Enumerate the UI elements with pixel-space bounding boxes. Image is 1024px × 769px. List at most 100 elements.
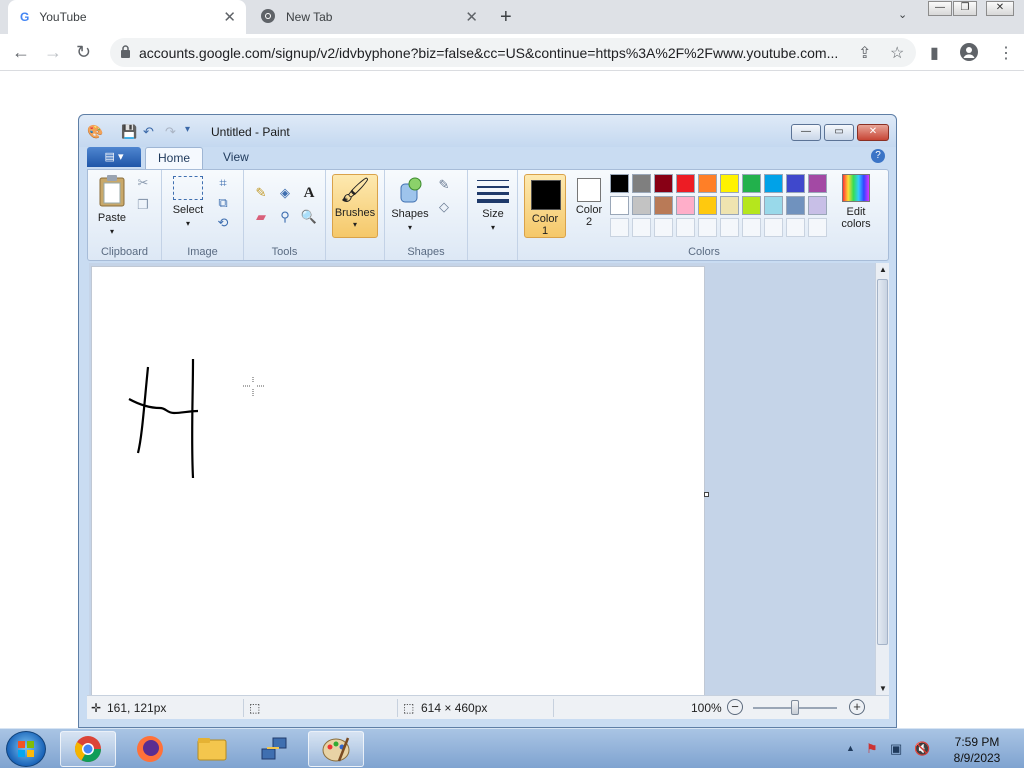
- crop-icon[interactable]: ⌗: [214, 174, 232, 192]
- paint-minimize-button[interactable]: —: [791, 124, 821, 141]
- scroll-up-icon[interactable]: ▲: [879, 265, 887, 274]
- taskbar-paint[interactable]: [308, 731, 364, 767]
- palette-swatch[interactable]: [654, 174, 673, 193]
- redo-icon[interactable]: ↷: [165, 124, 176, 140]
- side-panel-icon[interactable]: ▮: [930, 43, 939, 63]
- profile-icon[interactable]: [960, 43, 978, 66]
- volume-muted-icon[interactable]: 🔇: [914, 741, 930, 757]
- action-center-icon[interactable]: ⚑: [866, 741, 878, 757]
- palette-swatch[interactable]: [632, 174, 651, 193]
- taskbar-explorer[interactable]: [184, 731, 240, 767]
- shapes-button[interactable]: Shapes ▾: [389, 176, 431, 234]
- palette-swatch[interactable]: [720, 174, 739, 193]
- reload-icon[interactable]: ↻: [76, 42, 91, 63]
- rotate-icon[interactable]: ⟲: [214, 214, 232, 232]
- palette-swatch[interactable]: [742, 174, 761, 193]
- palette-swatch[interactable]: [720, 196, 739, 215]
- star-icon[interactable]: ☆: [890, 43, 904, 63]
- fill-bucket-icon[interactable]: ◈: [276, 184, 294, 202]
- tab-home[interactable]: Home: [145, 147, 204, 169]
- forward-icon[interactable]: →: [44, 42, 62, 63]
- palette-swatch[interactable]: [786, 174, 805, 193]
- clock[interactable]: 7:59 PM 8/9/2023: [942, 734, 1012, 766]
- fill-icon[interactable]: ◇: [435, 198, 453, 216]
- eraser-icon[interactable]: ▰: [252, 208, 270, 226]
- palette-swatch[interactable]: [610, 174, 629, 193]
- taskbar-firefox[interactable]: [122, 731, 178, 767]
- resize-handle[interactable]: [704, 492, 709, 497]
- paint-close-button[interactable]: ✕: [857, 124, 889, 141]
- restore-button[interactable]: ❐: [953, 1, 977, 16]
- text-tool-icon[interactable]: A: [300, 184, 318, 202]
- zoom-in-icon[interactable]: +: [849, 699, 865, 715]
- share-icon[interactable]: ⇪: [858, 43, 871, 63]
- tab-view[interactable]: View: [211, 147, 261, 169]
- minimize-button[interactable]: —: [928, 1, 952, 16]
- paint-menu-button[interactable]: ▤ ▾: [87, 147, 141, 167]
- color2-button[interactable]: Color 2: [568, 174, 610, 228]
- custom-color-slot[interactable]: [632, 218, 651, 237]
- address-bar[interactable]: accounts.google.com/signup/v2/idvbyphone…: [110, 38, 916, 67]
- outline-icon[interactable]: ✎: [435, 176, 453, 194]
- show-hidden-icons[interactable]: ▲: [846, 743, 855, 753]
- palette-swatch[interactable]: [698, 174, 717, 193]
- menu-kebab-icon[interactable]: ⋮: [998, 43, 1014, 63]
- chevron-down-icon[interactable]: ⌄: [898, 8, 907, 21]
- select-button[interactable]: Select ▾: [168, 176, 208, 230]
- taskbar-network-app[interactable]: [246, 731, 302, 767]
- paint-maximize-button[interactable]: ▭: [824, 124, 854, 141]
- close-tab-icon[interactable]: ✕: [465, 8, 478, 26]
- tab-new-tab[interactable]: New Tab ✕: [250, 0, 488, 34]
- drawing-canvas[interactable]: [91, 266, 705, 695]
- vertical-scrollbar[interactable]: ▲ ▼: [875, 263, 889, 695]
- tab-youtube[interactable]: G YouTube ✕: [8, 0, 246, 34]
- color-picker-icon[interactable]: ⚲: [276, 208, 294, 226]
- scroll-down-icon[interactable]: ▼: [879, 684, 887, 693]
- palette-swatch[interactable]: [786, 196, 805, 215]
- custom-color-slot[interactable]: [720, 218, 739, 237]
- cut-icon[interactable]: ✂: [134, 174, 152, 192]
- zoom-out-icon[interactable]: −: [727, 699, 743, 715]
- custom-color-slot[interactable]: [676, 218, 695, 237]
- palette-swatch[interactable]: [632, 196, 651, 215]
- palette-swatch[interactable]: [764, 196, 783, 215]
- customize-qat-icon[interactable]: ▾: [185, 124, 190, 135]
- save-icon[interactable]: 💾: [121, 124, 137, 140]
- palette-swatch[interactable]: [676, 174, 695, 193]
- undo-icon[interactable]: ↶: [143, 124, 154, 140]
- palette-swatch[interactable]: [698, 196, 717, 215]
- custom-color-slot[interactable]: [610, 218, 629, 237]
- taskbar-chrome[interactable]: [60, 731, 116, 767]
- pencil-icon[interactable]: ✎: [252, 184, 270, 202]
- custom-color-slot[interactable]: [698, 218, 717, 237]
- new-tab-button[interactable]: +: [500, 6, 512, 29]
- palette-swatch[interactable]: [654, 196, 673, 215]
- size-button[interactable]: Size ▾: [474, 178, 512, 234]
- edit-colors-button[interactable]: Edit colors: [832, 174, 880, 230]
- close-button[interactable]: ✕: [986, 1, 1014, 16]
- help-icon[interactable]: ?: [871, 149, 885, 163]
- resize-icon[interactable]: ⧉: [214, 194, 232, 212]
- custom-color-slot[interactable]: [786, 218, 805, 237]
- close-tab-icon[interactable]: ✕: [223, 8, 236, 26]
- palette-swatch[interactable]: [742, 196, 761, 215]
- custom-color-slot[interactable]: [764, 218, 783, 237]
- magnifier-icon[interactable]: 🔍: [300, 208, 318, 226]
- palette-swatch[interactable]: [808, 196, 827, 215]
- palette-swatch[interactable]: [764, 174, 783, 193]
- start-button[interactable]: [6, 731, 46, 767]
- paste-button[interactable]: Paste ▾: [92, 174, 132, 238]
- network-status-icon[interactable]: ▣: [890, 741, 902, 757]
- back-icon[interactable]: ←: [12, 42, 30, 63]
- scroll-thumb[interactable]: [877, 279, 888, 645]
- palette-swatch[interactable]: [610, 196, 629, 215]
- brushes-button[interactable]: 🖌 Brushes ▾: [332, 174, 378, 238]
- zoom-slider-thumb[interactable]: [791, 700, 799, 715]
- palette-swatch[interactable]: [676, 196, 695, 215]
- color1-button[interactable]: Color 1: [524, 174, 566, 238]
- custom-color-slot[interactable]: [742, 218, 761, 237]
- palette-swatch[interactable]: [808, 174, 827, 193]
- custom-color-slot[interactable]: [808, 218, 827, 237]
- custom-color-slot[interactable]: [654, 218, 673, 237]
- copy-icon[interactable]: ❐: [134, 196, 152, 214]
